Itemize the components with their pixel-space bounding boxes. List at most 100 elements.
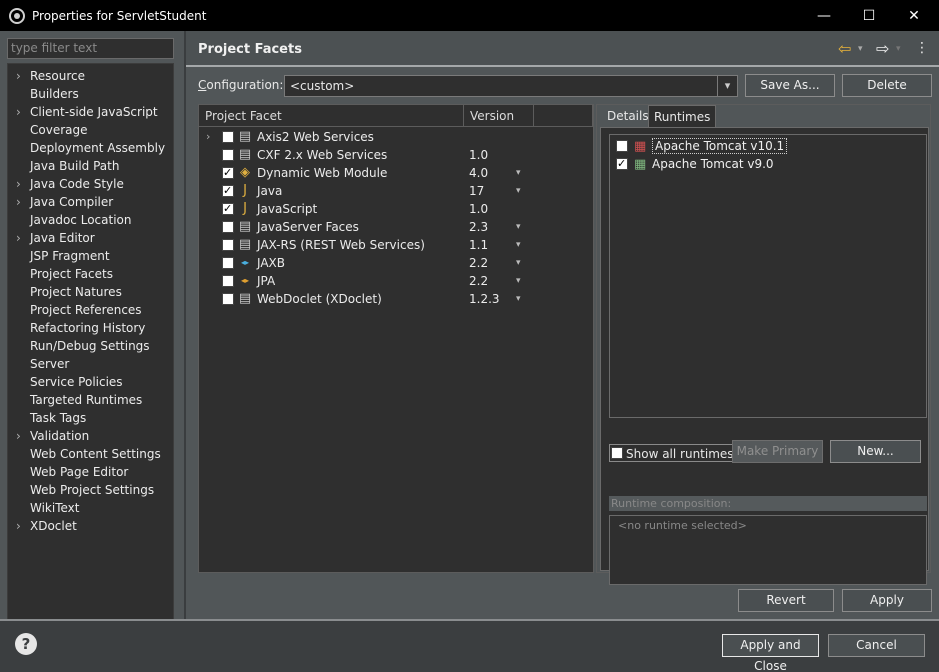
tree-item[interactable]: › XDoclet <box>8 517 173 535</box>
facet-row[interactable]: › ▤ Axis2 Web Services <box>199 128 593 146</box>
chevron-right-icon[interactable]: › <box>16 193 21 211</box>
tree-item[interactable]: Project Facets <box>8 265 173 283</box>
facet-row[interactable]: ◂▸ JAXB 2.2 ▾ <box>199 254 593 272</box>
runtime-row[interactable]: ▦ Apache Tomcat v10.1 <box>610 137 926 155</box>
facet-row[interactable]: ▤ JAX-RS (REST Web Services) 1.1 ▾ <box>199 236 593 254</box>
version-dropdown-icon[interactable]: ▾ <box>516 254 521 272</box>
facet-version[interactable]: 2.2 <box>469 254 488 272</box>
facet-checkbox[interactable] <box>222 293 234 305</box>
revert-button[interactable]: Revert <box>738 589 834 612</box>
help-icon[interactable]: ? <box>15 633 37 655</box>
forward-arrow-icon[interactable]: ⇨ <box>876 39 889 58</box>
facet-checkbox[interactable] <box>222 164 234 182</box>
version-dropdown-icon[interactable]: ▾ <box>516 236 521 254</box>
facet-row[interactable]: ◈ Dynamic Web Module 4.0 ▾ <box>199 164 593 182</box>
column-header-facet[interactable]: Project Facet <box>199 105 464 127</box>
filter-input[interactable]: type filter text <box>7 38 174 59</box>
chevron-right-icon[interactable]: › <box>16 103 21 121</box>
tree-item[interactable]: Server <box>8 355 173 373</box>
facet-row[interactable]: J JavaScript 1.0 <box>199 200 593 218</box>
tree-item[interactable]: Web Project Settings <box>8 481 173 499</box>
chevron-right-icon[interactable]: › <box>206 128 210 146</box>
chevron-right-icon[interactable]: › <box>16 67 21 85</box>
tree-item[interactable]: Project Natures <box>8 283 173 301</box>
tree-item[interactable]: Deployment Assembly <box>8 139 173 157</box>
tree-item[interactable]: Run/Debug Settings <box>8 337 173 355</box>
version-dropdown-icon[interactable]: ▾ <box>516 290 521 308</box>
maximize-button[interactable]: ☐ <box>846 0 892 31</box>
tree-item[interactable]: Targeted Runtimes <box>8 391 173 409</box>
version-dropdown-icon[interactable]: ▾ <box>516 218 521 236</box>
tree-item[interactable]: Service Policies <box>8 373 173 391</box>
facet-row[interactable]: ▤ WebDoclet (XDoclet) 1.2.3 ▾ <box>199 290 593 308</box>
facet-version[interactable]: 1.2.3 <box>469 290 500 308</box>
back-arrow-icon[interactable]: ⇦ <box>838 39 851 58</box>
facet-checkbox[interactable] <box>222 131 234 143</box>
tree-item[interactable]: Builders <box>8 85 173 103</box>
tree-item[interactable]: Project References <box>8 301 173 319</box>
facet-version[interactable]: 1.1 <box>469 236 488 254</box>
chevron-down-icon[interactable]: ▾ <box>717 76 737 96</box>
version-dropdown-icon[interactable]: ▾ <box>516 182 521 200</box>
show-all-checkbox-box[interactable] <box>611 447 623 459</box>
apply-button[interactable]: Apply <box>842 589 932 612</box>
tree-item[interactable]: WikiText <box>8 499 173 517</box>
configuration-select[interactable]: <custom> ▾ <box>284 75 738 97</box>
runtime-checkbox[interactable] <box>616 155 628 173</box>
apply-and-close-button[interactable]: Apply and Close <box>722 634 819 672</box>
tree-item[interactable]: › Resource <box>8 67 173 85</box>
facet-version[interactable]: 2.3 <box>469 218 488 236</box>
save-as-button[interactable]: Save As... <box>745 74 835 97</box>
facet-checkbox[interactable] <box>222 239 234 251</box>
tree-item[interactable]: › Client-side JavaScript <box>8 103 173 121</box>
facet-version[interactable]: 1.0 <box>469 200 488 218</box>
tree-item[interactable]: Web Page Editor <box>8 463 173 481</box>
back-menu-icon[interactable]: ▾ <box>858 44 863 54</box>
forward-menu-icon[interactable]: ▾ <box>896 44 901 54</box>
facet-version[interactable]: 17 <box>469 182 484 200</box>
view-menu-icon[interactable]: ⋮ <box>915 40 929 56</box>
minimize-button[interactable]: — <box>801 0 847 31</box>
column-header-version[interactable]: Version <box>464 105 534 127</box>
new-runtime-button[interactable]: New... <box>830 440 921 463</box>
tree-item[interactable]: › Java Code Style <box>8 175 173 193</box>
facet-checkbox[interactable] <box>222 182 234 200</box>
facet-checkbox[interactable] <box>222 275 234 287</box>
version-dropdown-icon[interactable]: ▾ <box>516 272 521 290</box>
tree-item[interactable]: Coverage <box>8 121 173 139</box>
sash[interactable] <box>184 31 186 619</box>
facet-checkbox[interactable] <box>222 257 234 269</box>
tab-details[interactable]: Details <box>602 105 654 127</box>
facet-checkbox[interactable] <box>222 221 234 233</box>
facet-checkbox[interactable] <box>222 149 234 161</box>
runtime-checkbox[interactable] <box>616 140 628 152</box>
tree-item[interactable]: Refactoring History <box>8 319 173 337</box>
facet-row[interactable]: ▤ CXF 2.x Web Services 1.0 <box>199 146 593 164</box>
version-dropdown-icon[interactable]: ▾ <box>516 164 521 182</box>
delete-button[interactable]: Delete <box>842 74 932 97</box>
chevron-right-icon[interactable]: › <box>16 517 21 535</box>
tree-item[interactable]: Task Tags <box>8 409 173 427</box>
facet-row[interactable]: J Java 17 ▾ <box>199 182 593 200</box>
show-all-runtimes-checkbox[interactable]: Show all runtimes <box>609 444 739 462</box>
tree-item[interactable]: › Validation <box>8 427 173 445</box>
chevron-right-icon[interactable]: › <box>16 175 21 193</box>
chevron-right-icon[interactable]: › <box>16 229 21 247</box>
close-button[interactable]: ✕ <box>891 0 937 31</box>
facet-row[interactable]: ▤ JavaServer Faces 2.3 ▾ <box>199 218 593 236</box>
tree-item[interactable]: Web Content Settings <box>8 445 173 463</box>
chevron-right-icon[interactable]: › <box>16 427 21 445</box>
tree-item[interactable]: Java Build Path <box>8 157 173 175</box>
cancel-button[interactable]: Cancel <box>828 634 925 657</box>
tree-item[interactable]: Javadoc Location <box>8 211 173 229</box>
facet-version[interactable]: 2.2 <box>469 272 488 290</box>
tree-item[interactable]: JSP Fragment <box>8 247 173 265</box>
tab-runtimes[interactable]: Runtimes <box>648 105 717 127</box>
facet-version[interactable]: 1.0 <box>469 146 488 164</box>
facet-version[interactable]: 4.0 <box>469 164 488 182</box>
facet-row[interactable]: ◂▸ JPA 2.2 ▾ <box>199 272 593 290</box>
make-primary-button[interactable]: Make Primary <box>732 440 823 463</box>
tree-item[interactable]: › Java Compiler <box>8 193 173 211</box>
runtime-row[interactable]: ▦ Apache Tomcat v9.0 <box>610 155 926 173</box>
tree-item[interactable]: › Java Editor <box>8 229 173 247</box>
